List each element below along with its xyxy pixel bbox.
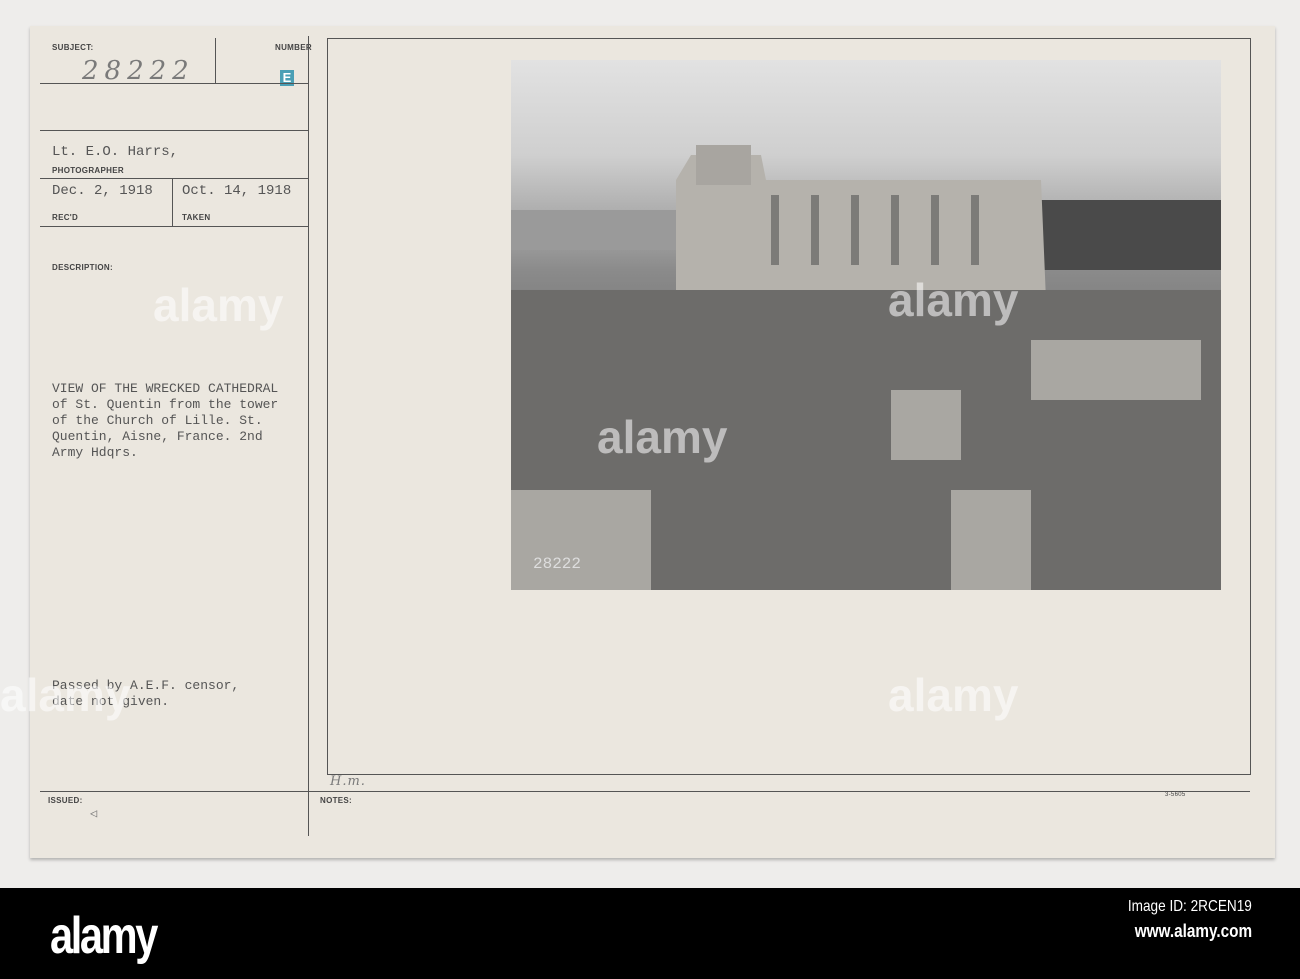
alamy-banner: alamy Image ID: 2RCEN19 www.alamy.com — [0, 888, 1300, 979]
watermark: alamy — [153, 279, 284, 331]
cathedral-photo: 28222 — [511, 60, 1221, 590]
taken-value: Oct. 14, 1918 — [182, 183, 292, 199]
issued-label: ISSUED: — [48, 796, 83, 805]
divider — [40, 226, 308, 227]
taken-label: TAKEN — [182, 213, 211, 222]
watermark: alamy — [888, 274, 1019, 326]
notes-handwriting: H.m. — [330, 774, 366, 789]
image-id: Image ID: 2RCEN19 — [1128, 898, 1252, 915]
number-label: NUMBER — [275, 43, 312, 52]
subject-label: SUBJECT: — [52, 43, 94, 52]
description-text: VIEW OF THE WRECKED CATHEDRAL of St. Quen… — [52, 381, 278, 461]
notes-label: NOTES: — [320, 796, 353, 805]
description-label: DESCRIPTION: — [52, 263, 113, 272]
divider — [40, 130, 308, 131]
watermark: alamy — [0, 669, 131, 721]
description-line: Army Hdqrs. — [52, 445, 138, 460]
subject-value: 28222 — [82, 56, 195, 86]
negative-number: 28222 — [533, 555, 581, 573]
divider — [172, 178, 173, 226]
received-value: Dec. 2, 1918 — [52, 183, 153, 199]
triangle-mark-icon: ◁ — [90, 807, 98, 821]
photographer-value: Lt. E.O. Harrs, — [52, 144, 179, 160]
description-line: VIEW OF THE WRECKED CATHEDRAL — [52, 381, 279, 396]
watermark: alamy — [888, 669, 1019, 721]
divider — [40, 83, 308, 84]
divider — [40, 178, 308, 179]
alamy-logo: alamy — [50, 907, 158, 965]
cathedral-photo-image: 28222 — [511, 145, 1221, 590]
bottom-divider — [40, 791, 1250, 792]
description-line: of the Church of Lille. St. — [52, 413, 263, 428]
column-divider — [308, 36, 309, 836]
alamy-url: www.alamy.com — [1134, 921, 1252, 941]
description-line: of St. Quentin from the tower — [52, 397, 279, 412]
watermark: alamy — [597, 411, 728, 463]
received-label: REC'D — [52, 213, 79, 222]
description-line: Quentin, Aisne, France. 2nd — [52, 429, 263, 444]
form-number: 3-5605 — [1165, 792, 1186, 798]
divider — [215, 38, 216, 83]
photographer-label: PHOTOGRAPHER — [52, 166, 124, 175]
